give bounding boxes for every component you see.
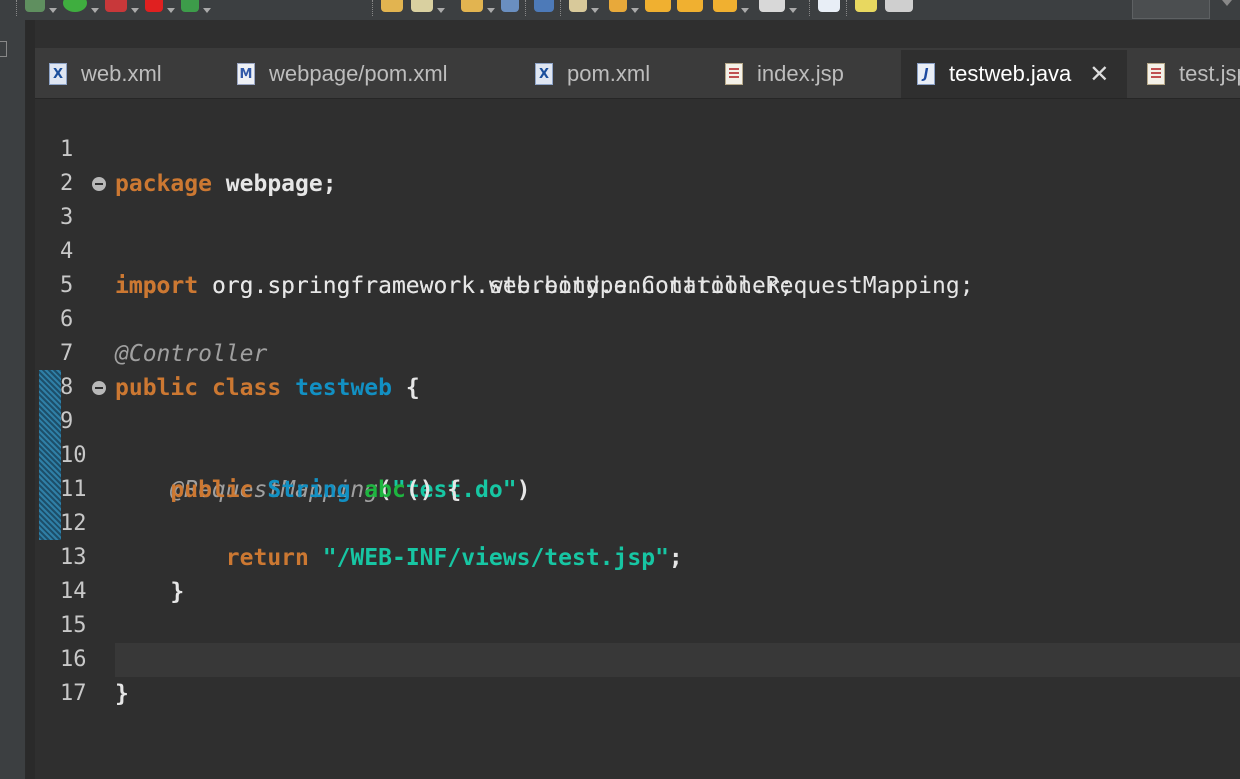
tab-label: web.xml [81, 61, 162, 86]
code-line: 12 return "/WEB-INF/views/test.jsp"; [35, 473, 1240, 571]
chevron-down-icon[interactable] [487, 7, 495, 13]
code-editor[interactable]: 1 package webpage; 2 3 import org.spring… [35, 99, 1240, 707]
brace: } [115, 681, 129, 707]
chevron-down-icon[interactable] [131, 7, 139, 13]
tab-web-xml[interactable]: X web.xml [49, 50, 162, 98]
xml-file-icon: X [49, 63, 67, 85]
code-line: 5 [35, 235, 1240, 298]
up-icon[interactable] [609, 0, 627, 12]
external-tools-icon[interactable] [105, 0, 127, 12]
tab-test-jsp[interactable]: test.jsp [1147, 50, 1240, 98]
edit-icon[interactable] [411, 0, 433, 12]
code-line: 6 @Controller [35, 269, 1240, 367]
forward-icon[interactable] [677, 0, 703, 12]
fold-collapse-icon[interactable] [92, 381, 106, 395]
java-file-icon: J [917, 63, 935, 85]
toolbar-file-group [366, 0, 913, 20]
back-icon[interactable] [645, 0, 671, 12]
main-toolbar [0, 0, 1240, 20]
open-folder-icon[interactable] [381, 0, 403, 12]
line-content: } [115, 677, 129, 711]
code-line: 13 } [35, 507, 1240, 605]
chevron-down-icon[interactable] [203, 7, 211, 13]
tab-label: index.jsp [757, 61, 844, 86]
maven-pom-icon: M [237, 63, 255, 85]
stop-icon[interactable] [145, 0, 163, 12]
toolbar-separator [809, 0, 812, 16]
restore-view-icon[interactable] [0, 41, 7, 57]
code-line: 11 [35, 439, 1240, 502]
code-line-current: 17 [35, 643, 1240, 706]
chevron-down-icon[interactable] [49, 7, 57, 13]
quick-access-field[interactable] [1132, 0, 1210, 19]
code-line: 1 package webpage; [35, 99, 1240, 197]
open-file-icon[interactable] [461, 0, 483, 12]
editor-tab-bar: X web.xml M webpage/pom.xml X pom.xml in… [35, 48, 1240, 99]
code-line: 7 public class testweb { [35, 303, 1240, 401]
debug-icon[interactable] [25, 0, 45, 12]
jsp-file-icon [725, 63, 743, 85]
server-icon[interactable] [534, 0, 554, 12]
code-line: 16 } [35, 609, 1240, 707]
left-trim-stack [0, 20, 26, 779]
next-icon[interactable] [759, 0, 785, 12]
chevron-down-icon[interactable] [789, 7, 797, 13]
toolbar-separator [846, 0, 849, 16]
code-line: 9 @RequestMapping("test.do") [35, 371, 1240, 503]
perspective-icon[interactable] [885, 0, 913, 12]
code-line: 2 [35, 133, 1240, 196]
chevron-down-icon[interactable] [631, 7, 639, 13]
close-icon[interactable]: ✕ [1089, 62, 1109, 86]
chevron-down-icon[interactable] [167, 7, 175, 13]
chevron-down-icon[interactable] [741, 7, 749, 13]
tab-pom-xml[interactable]: X pom.xml [535, 50, 650, 98]
fold-collapse-icon[interactable] [92, 177, 106, 191]
current-line-highlight [115, 643, 1240, 677]
chevron-down-icon[interactable] [437, 7, 445, 13]
code-line: 8 [35, 337, 1240, 400]
chevron-down-icon[interactable] [591, 7, 599, 13]
new-window-icon[interactable] [818, 0, 840, 12]
code-line: 3 import org.springframework.stereotype.… [35, 167, 1240, 299]
tab-label: pom.xml [567, 61, 651, 86]
run-last-icon[interactable] [181, 0, 199, 12]
task-icon[interactable] [569, 0, 587, 12]
toolbar-separator [525, 0, 528, 16]
chevron-down-icon[interactable] [1222, 0, 1232, 6]
tab-label: webpage/pom.xml [269, 61, 448, 86]
sash[interactable] [26, 20, 35, 779]
run-icon[interactable] [63, 0, 87, 12]
code-line: 4 import org.springframework.web.bind.an… [35, 201, 1240, 299]
code-line: 15 [35, 575, 1240, 638]
tab-label: test.jsp [1179, 61, 1240, 86]
jsp-file-icon [1147, 63, 1165, 85]
code-line: 14 [35, 541, 1240, 604]
highlight-icon[interactable] [855, 0, 877, 12]
xml-file-icon: X [535, 63, 553, 85]
tab-index-jsp[interactable]: index.jsp [725, 50, 844, 98]
tab-webpage-pom-xml[interactable]: M webpage/pom.xml [237, 50, 448, 98]
code-line: 10 public String abc() { [35, 405, 1240, 503]
toolbar-run-group [10, 0, 217, 20]
previous-edit-icon[interactable] [713, 0, 737, 12]
toolbar-separator [16, 0, 19, 16]
globe-icon[interactable] [501, 0, 519, 12]
toolbar-separator [560, 0, 563, 16]
tab-label: testweb.java [949, 61, 1072, 86]
tab-testweb-java[interactable]: J testweb.java ✕ [901, 50, 1128, 98]
chevron-down-icon[interactable] [91, 7, 99, 13]
toolbar-separator [372, 0, 375, 16]
line-number: 17 [60, 681, 87, 706]
